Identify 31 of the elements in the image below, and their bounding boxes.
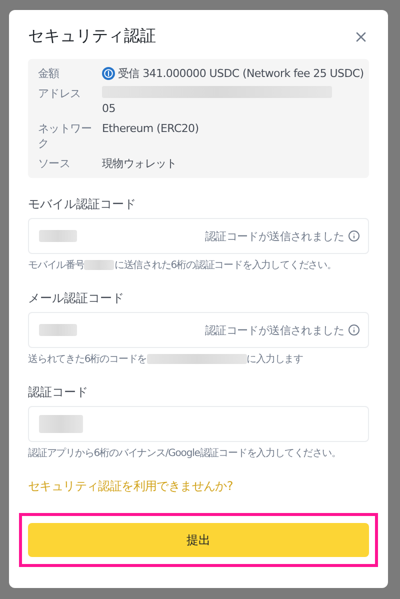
field-label: 認証コード bbox=[28, 384, 89, 401]
detail-value: Ethereum (ERC20) bbox=[102, 121, 199, 136]
field-label: モバイル認証コード bbox=[28, 196, 137, 213]
help-link[interactable]: セキュリティ認証を利用できませんか? bbox=[28, 478, 369, 495]
hint-text: に入力します bbox=[246, 352, 303, 366]
hint-text: モバイル番号 bbox=[28, 258, 84, 272]
blurred-text bbox=[39, 415, 83, 433]
detail-value: 現物ウォレット bbox=[102, 156, 177, 171]
input-field[interactable]: 認証コードが送信されました bbox=[28, 218, 369, 254]
detail-label: ソース bbox=[38, 156, 72, 171]
status-text: 認証コードが送信されました bbox=[204, 322, 344, 338]
detail-label: ネットワーク bbox=[38, 121, 93, 151]
blurred-text bbox=[39, 230, 77, 242]
hint-text: 送られてきた6桁のコードを bbox=[28, 352, 147, 366]
detail-value: 受信 341.000000 USDC (Network fee 25 USDC) bbox=[118, 66, 364, 81]
blurred-text bbox=[84, 260, 114, 270]
info-icon[interactable] bbox=[348, 230, 360, 242]
hint-text: に送信された6桁の認証コードを入力してください。 bbox=[114, 258, 336, 272]
info-icon[interactable] bbox=[348, 324, 360, 336]
blurred-text bbox=[39, 324, 77, 336]
input-field[interactable]: 認証コードが送信されました bbox=[28, 312, 369, 348]
coin-icon bbox=[102, 67, 115, 80]
field-label: メール認証コード bbox=[28, 290, 125, 307]
detail-label: 金額 bbox=[38, 66, 60, 81]
submit-button[interactable]: 提出 bbox=[28, 523, 369, 557]
status-text: 認証コードが送信されました bbox=[204, 228, 344, 244]
detail-label: アドレス bbox=[38, 86, 82, 101]
detail-value: 05 bbox=[102, 101, 116, 116]
input-field[interactable] bbox=[28, 406, 369, 442]
hint-text: 認証アプリから6桁のバイナンス/Google認証コードを入力してください。 bbox=[28, 446, 341, 460]
dialog-title: セキュリティ認証 bbox=[28, 26, 156, 47]
